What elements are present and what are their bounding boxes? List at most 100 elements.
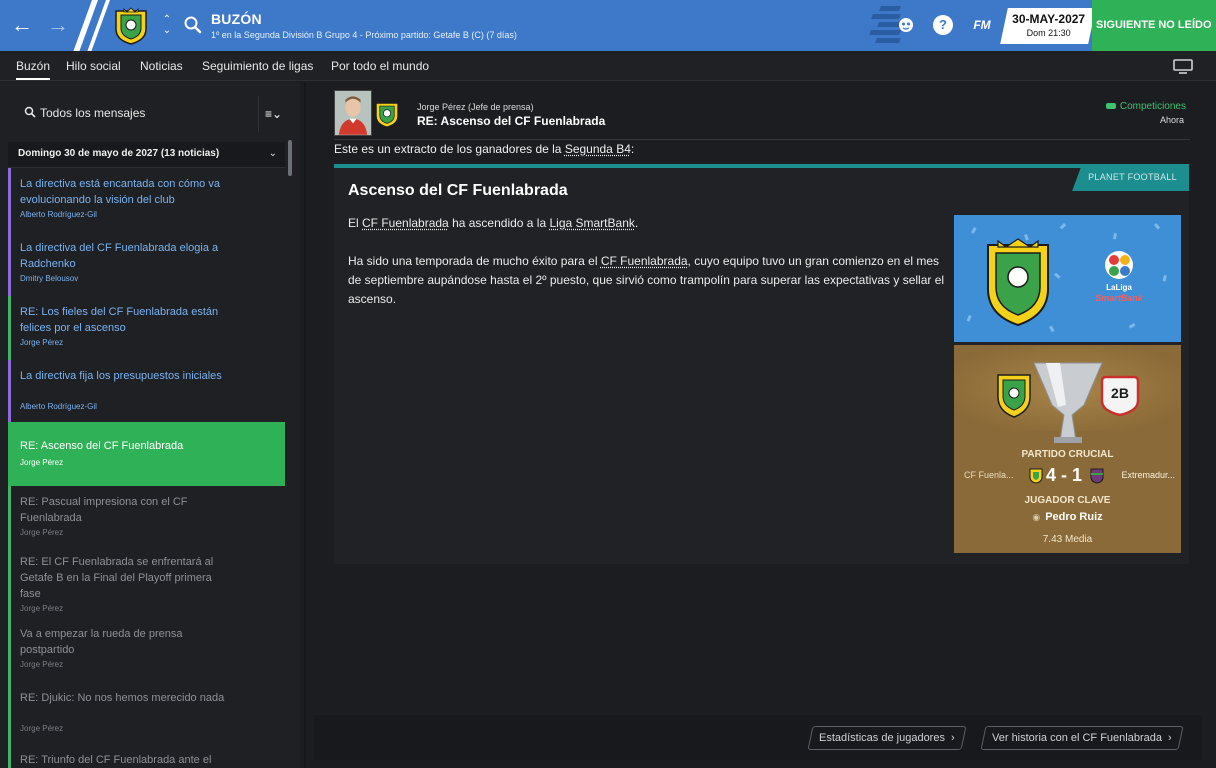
next-unread-button[interactable]: SIGUIENTE NO LEÍDO❯ [1092,0,1216,51]
club-history-button[interactable]: Ver historia con el CF Fuenlabrada › [980,726,1184,750]
panel-divider[interactable] [304,82,306,768]
message-intro: Este es un extracto de los ganadores de … [334,142,634,156]
away-team-name: Extremadur... [1121,470,1175,480]
monitor-icon[interactable] [1173,59,1193,74]
search-label: Todos los mensajes [40,106,146,120]
message-title: La directiva fija los presupuestos inici… [20,370,222,382]
help-icon[interactable]: ? [933,15,953,35]
message-title: RE: Triunfo del CF Fuenlabrada ante el [20,754,212,766]
source-badge: PLANET FOOTBALL [1072,164,1189,191]
search-icon[interactable] [183,15,203,35]
message-sender: Alberto Rodríguez-Gil [20,210,97,219]
message-title: RE: El CF Fuenlabrada se enfrentará al G… [20,556,214,600]
filter-menu-button[interactable]: ≡⌄ [258,96,288,132]
message-sender: Alberto Rodríguez-Gil [20,402,97,411]
message-time: Ahora [1159,115,1184,125]
message-filter-search[interactable]: Todos los mensajes [8,96,288,132]
forward-arrow-icon[interactable]: → [45,12,71,38]
scrollbar[interactable] [288,140,292,176]
article-headline: Ascenso del CF Fuenlabrada [348,182,568,199]
message-item-selected[interactable]: RE: Ascenso del CF Fuenlabrada Jorge Pér… [8,422,285,486]
sender-avatar[interactable] [334,90,372,136]
page-title: BUZÓN [211,11,262,27]
club-crest-icon [375,102,399,128]
club-crest-icon[interactable] [113,7,149,45]
date-group-label: Domingo 30 de mayo de 2027 (13 noticias) [18,148,220,159]
crucial-match-label: PARTIDO CRUCIAL [1021,449,1114,460]
category-bar [8,296,11,360]
league-link[interactable]: Segunda B4 [565,142,631,156]
message-list-panel: Todos los mensajes ≡⌄ Domingo 30 de mayo… [0,82,300,768]
news-article: PLANET FOOTBALL Ascenso del CF Fuenlabra… [334,164,1189,564]
home-crest-icon [1029,468,1043,484]
search-icon [24,106,36,118]
club-link[interactable]: CF Fuenlabrada [601,254,688,268]
message-sender[interactable]: Jorge Pérez (Jefe de prensa) [417,102,534,112]
club-switch-arrows-icon[interactable]: ⌃ ⌄ [160,14,174,38]
intro-colon: : [630,142,635,156]
message-title: La directiva del CF Fuenlabrada elogia a… [20,242,219,270]
message-sender: Jorge Pérez [20,604,64,613]
category-bar [8,360,11,422]
tag-icon [1105,103,1116,110]
message-item[interactable]: RE: Los fieles del CF Fuenlabrada están … [8,296,285,360]
message-sender: Dmitry Belousov [20,274,79,283]
message-item[interactable]: RE: Triunfo del CF Fuenlabrada ante el [8,744,285,768]
page-subtitle: 1º en la Segunda División B Grupo 4 - Pr… [211,30,517,40]
header-divider [334,139,1190,140]
person-icon: ◉ [1032,512,1041,522]
player-stats-button[interactable]: Estadísticas de jugadores › [807,726,967,750]
message-item[interactable]: RE: El CF Fuenlabrada se enfrentará al G… [8,546,285,618]
date-group-header[interactable]: Domingo 30 de mayo de 2027 (13 noticias)… [8,142,285,168]
message-item[interactable]: La directiva fija los presupuestos inici… [8,360,285,422]
trophy-icon [997,362,1103,443]
league-link[interactable]: Liga SmartBank [549,216,634,230]
league-badge-label: 2B [1111,385,1129,401]
category-bar [8,682,11,744]
message-item[interactable]: La directiva del CF Fuenlabrada elogia a… [8,232,285,296]
decorative-bars [860,0,901,51]
chevron-down-icon: ⌄ [268,148,277,159]
tab-inbox[interactable]: Buzón [16,59,51,80]
message-item[interactable]: RE: Djukic: No nos hemos merecido nada J… [8,682,285,744]
home-team-name: CF Fuenla... [964,470,1014,480]
key-player-label: JUGADOR CLAVE [1024,495,1111,506]
away-crest-icon [1090,468,1104,484]
back-arrow-icon[interactable]: ← [9,12,35,38]
laliga-label: LaLiga [1106,283,1132,292]
message-sender: Jorge Pérez [20,724,64,733]
date-display[interactable]: 30-MAY-2027 Dom 21:30 [1000,8,1096,44]
tab-news[interactable]: Noticias [140,59,183,73]
match-score: 4 - 1 [1046,465,1083,485]
message-sender: Jorge Pérez [20,528,64,537]
player-rating: 7.43 Media [1042,534,1093,545]
category-bar [8,546,11,618]
match-score-row: CF Fuenla... 4 - 1 Extremadur... [954,465,1181,487]
fm-menu-icon[interactable]: FM [970,15,994,35]
message-item[interactable]: La directiva está encantada con cómo va … [8,168,285,232]
category-bar [8,744,11,768]
message-sender: Jorge Pérez [20,338,64,347]
message-title: RE: Pascual impresiona con el CF Fuenlab… [20,496,188,524]
tab-social-feed[interactable]: Hilo social [66,59,121,73]
message-view: Jorge Pérez (Jefe de prensa) RE: Ascenso… [314,82,1202,768]
message-title: La directiva está encantada con cómo va … [20,178,220,206]
key-match-card[interactable]: 2B PARTIDO CRUCIAL CF Fuenla... 4 - 1 Ex… [954,345,1181,553]
tab-league-tracking[interactable]: Seguimiento de ligas [202,59,313,73]
message-actions-bar: Estadísticas de jugadores › Ver historia … [314,715,1202,760]
article-paragraph: El CF Fuenlabrada ha ascendido a la Liga… [348,216,639,230]
promotion-graphic: LaLiga SmartBank [954,215,1181,342]
message-item[interactable]: RE: Pascual impresiona con el CF Fuenlab… [8,486,285,546]
club-link[interactable]: CF Fuenlabrada [362,216,449,230]
category-bar [8,232,11,296]
category-bar [8,486,11,546]
trophy-banner: 2B [954,345,1181,443]
message-item[interactable]: Va a empezar la rueda de prensa postpart… [8,618,285,682]
chevron-right-icon: › [950,732,955,744]
tab-around-the-world[interactable]: Por todo el mundo [331,59,429,73]
key-player[interactable]: ◉ Pedro Ruiz [954,511,1181,523]
category-tag[interactable]: Competiciones [1105,101,1186,112]
top-bar: ← → ⌃ ⌄ BUZÓN 1º en la Segunda División B… [0,0,1216,51]
message-sender: Jorge Pérez [20,458,64,467]
social-feed-icon[interactable] [896,15,916,35]
